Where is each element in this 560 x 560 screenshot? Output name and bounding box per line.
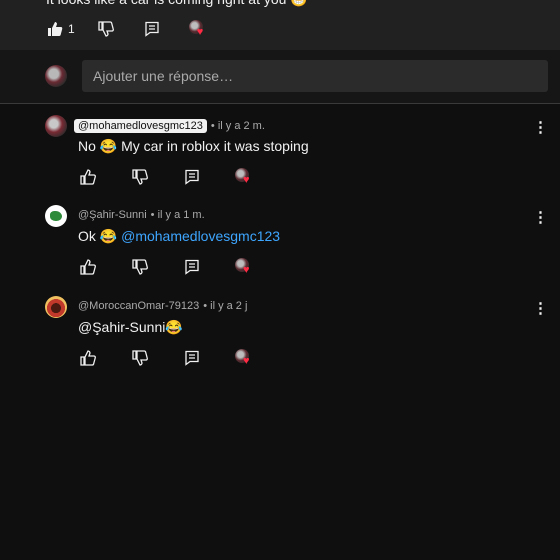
action-bar: ♥ bbox=[79, 258, 287, 276]
author-handle[interactable]: @Şahir-Sunni bbox=[78, 209, 147, 221]
dislike-button[interactable] bbox=[131, 258, 149, 276]
heart-icon: ♥ bbox=[243, 174, 250, 186]
reply-icon bbox=[185, 169, 199, 185]
comment-meta: @MoroccanOmar-79123 • il y a 2 j bbox=[78, 300, 247, 312]
parent-action-bar: 1 ♥ bbox=[46, 20, 207, 38]
comment-text: No 😂 My car in roblox it was stoping bbox=[78, 138, 309, 155]
thumb-down-icon bbox=[132, 350, 148, 366]
car-avatar[interactable] bbox=[45, 115, 67, 137]
dislike-button[interactable] bbox=[131, 168, 149, 186]
thumb-up-icon bbox=[80, 350, 96, 366]
thumb-up-filled-icon bbox=[48, 22, 63, 36]
reply-comment: @mohamedlovesgmc123 • il y a 2 m. No 😂 M… bbox=[0, 115, 560, 195]
reply-comment: @MoroccanOmar-79123 • il y a 2 j @Şahir-… bbox=[0, 296, 560, 376]
like-button[interactable] bbox=[79, 168, 97, 186]
comment-meta: @mohamedlovesgmc123 • il y a 2 m. bbox=[74, 119, 265, 133]
reply-button[interactable] bbox=[183, 168, 201, 186]
creator-heart-icon: ♥ bbox=[235, 258, 253, 276]
comment-text-content: Ok 😂 bbox=[78, 228, 122, 244]
reply-button[interactable] bbox=[143, 20, 161, 38]
like-count: 1 bbox=[68, 22, 75, 36]
parent-comment: It looks like a car is coming right at y… bbox=[0, 0, 560, 50]
author-handle[interactable]: @mohamedlovesgmc123 bbox=[74, 119, 207, 133]
thumb-up-icon bbox=[80, 169, 96, 185]
reply-composer: Ajouter une réponse… bbox=[0, 50, 560, 104]
reply-icon bbox=[185, 350, 199, 366]
dislike-button[interactable] bbox=[131, 349, 149, 367]
like-button[interactable] bbox=[79, 258, 97, 276]
reply-button[interactable] bbox=[183, 258, 201, 276]
creator-heart-icon: ♥ bbox=[235, 349, 253, 367]
green-logo-avatar[interactable] bbox=[45, 205, 67, 227]
thumb-down-icon bbox=[132, 259, 148, 275]
like-button[interactable] bbox=[46, 20, 64, 38]
reply-comment: @Şahir-Sunni • il y a 1 m. Ok 😂 @mohamed… bbox=[0, 205, 560, 285]
more-vert-icon[interactable]: ⋮ bbox=[533, 301, 548, 316]
parent-comment-text: It looks like a car is coming right at y… bbox=[46, 0, 308, 8]
mention-link[interactable]: @mohamedlovesgmc123 bbox=[121, 228, 280, 244]
thumb-up-icon bbox=[80, 259, 96, 275]
action-bar: ♥ bbox=[79, 349, 287, 367]
comment-text-content: @Şahir-Sunni😂 bbox=[78, 319, 183, 335]
timestamp[interactable]: • il y a 2 m. bbox=[211, 120, 265, 132]
creator-heart-icon: ♥ bbox=[188, 20, 207, 38]
heart-icon: ♥ bbox=[196, 26, 204, 38]
timestamp[interactable]: • il y a 1 m. bbox=[151, 209, 205, 221]
comment-text: Ok 😂 @mohamedlovesgmc123 bbox=[78, 228, 280, 245]
comment-text: @Şahir-Sunni😂 bbox=[78, 319, 183, 336]
more-vert-icon[interactable]: ⋮ bbox=[533, 210, 548, 225]
more-vert-icon[interactable]: ⋮ bbox=[533, 120, 548, 135]
like-button[interactable] bbox=[79, 349, 97, 367]
face-avatar[interactable] bbox=[45, 296, 67, 318]
author-handle[interactable]: @MoroccanOmar-79123 bbox=[78, 300, 199, 312]
reply-button[interactable] bbox=[183, 349, 201, 367]
reply-input[interactable]: Ajouter une réponse… bbox=[82, 60, 548, 92]
avatar bbox=[45, 65, 67, 87]
reply-icon bbox=[145, 21, 159, 37]
creator-heart-icon: ♥ bbox=[235, 168, 253, 186]
comment-text-content: No 😂 My car in roblox it was stoping bbox=[78, 138, 309, 154]
heart-icon: ♥ bbox=[243, 355, 250, 367]
thumb-down-icon bbox=[98, 21, 114, 37]
dislike-button[interactable] bbox=[97, 20, 115, 38]
comment-meta: @Şahir-Sunni • il y a 1 m. bbox=[78, 209, 205, 221]
thumb-down-icon bbox=[132, 169, 148, 185]
heart-icon: ♥ bbox=[243, 264, 250, 276]
action-bar: ♥ bbox=[79, 168, 287, 186]
timestamp[interactable]: • il y a 2 j bbox=[203, 300, 247, 312]
reply-icon bbox=[185, 259, 199, 275]
